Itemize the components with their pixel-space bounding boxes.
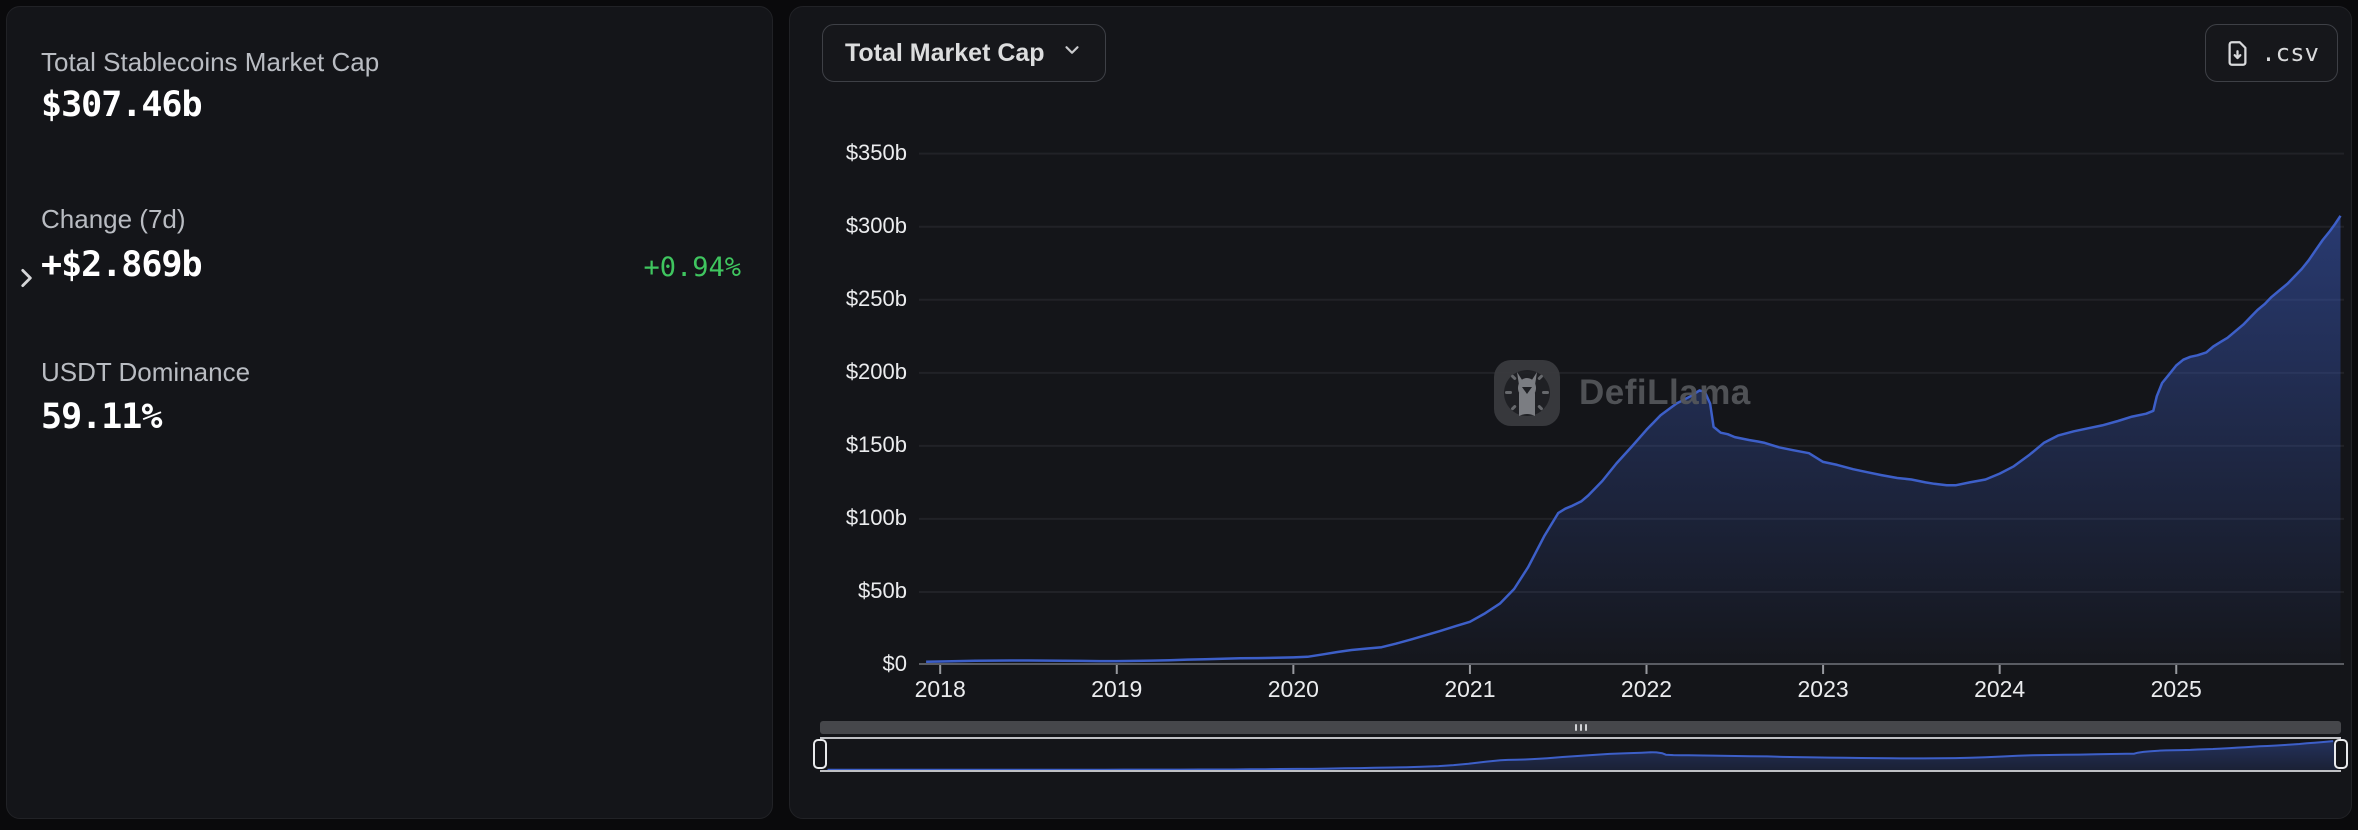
y-axis-label: $250b [817,286,907,312]
usdt-dominance-value: 59.11% [41,397,161,437]
file-download-icon [2224,40,2251,67]
marketcap-area-chart[interactable] [919,142,2344,674]
x-axis-label: 2023 [1778,676,1868,703]
brush-handle-right[interactable] [2334,739,2348,769]
x-axis-label: 2022 [1602,676,1692,703]
chevron-down-icon [1061,39,1083,68]
y-axis-label: $300b [817,213,907,239]
y-axis-label: $350b [817,140,907,166]
y-axis-label: $100b [817,505,907,531]
drag-grip-icon [1575,724,1577,731]
usdt-dominance-label: USDT Dominance [41,357,250,388]
x-axis-label: 2024 [1955,676,2045,703]
x-axis-label: 2025 [2131,676,2221,703]
total-marketcap-label: Total Stablecoins Market Cap [41,47,379,78]
brush-minimap-chart [820,739,2337,770]
marketcap-chart-panel: Total Market Cap .csv [789,6,2352,819]
y-axis-label: $50b [817,578,907,604]
x-axis-label: 2018 [895,676,985,703]
stablecoins-summary-panel: Total Stablecoins Market Cap $307.46b Ch… [6,6,773,819]
metric-selector-dropdown[interactable]: Total Market Cap [822,24,1106,82]
drag-grip-icon [1585,724,1587,731]
x-axis-label: 2021 [1425,676,1515,703]
metric-selector-value: Total Market Cap [845,39,1045,68]
change-7d-value: +$2.869b [41,245,202,285]
drag-grip-icon [1580,724,1582,731]
change-7d-percent: +0.94% [643,252,741,283]
brush-minimap[interactable] [820,737,2341,772]
brush-handle-left[interactable] [813,739,827,769]
download-csv-button[interactable]: .csv [2205,24,2338,82]
csv-button-label: .csv [2261,39,2319,67]
change-7d-label: Change (7d) [41,204,186,235]
x-axis-label: 2020 [1248,676,1338,703]
total-marketcap-value: $307.46b [41,85,202,125]
x-axis-label: 2019 [1072,676,1162,703]
change-7d-row: +$2.869b +0.94% [41,245,741,285]
y-axis-label: $200b [817,359,907,385]
brush-scrollbar[interactable] [820,721,2341,734]
chevron-right-icon[interactable] [13,265,39,291]
time-range-brush [820,721,2341,781]
y-axis-label: $0 [817,651,907,677]
y-axis-label: $150b [817,432,907,458]
